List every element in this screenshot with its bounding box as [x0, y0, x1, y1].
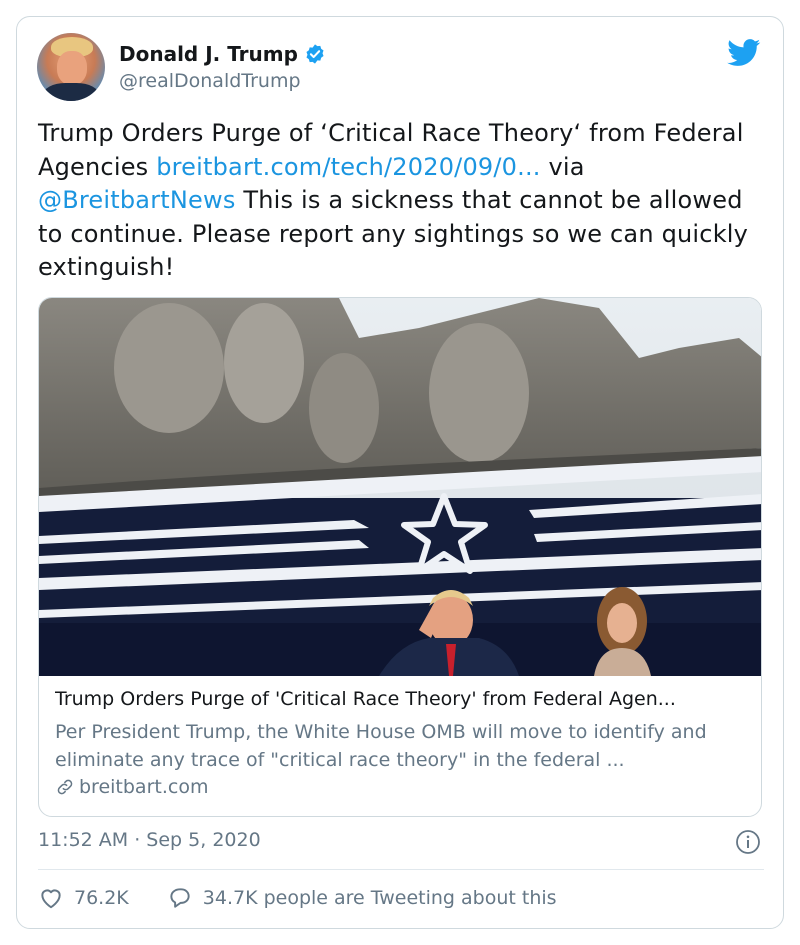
- footer-divider: [38, 869, 764, 870]
- card-description: Per President Trump, the White House OMB…: [55, 721, 707, 771]
- author-name-row[interactable]: Donald J. Trump: [119, 42, 326, 66]
- conversation-button[interactable]: 34.7K people are Tweeting about this: [167, 885, 557, 911]
- mention-link[interactable]: @BreitbartNews: [38, 186, 236, 214]
- author-handle[interactable]: @realDonaldTrump: [119, 70, 301, 92]
- card-domain[interactable]: breitbart.com: [79, 776, 208, 798]
- speech-bubble-icon: [170, 888, 190, 908]
- conversation-text: 34.7K people are Tweeting about this: [202, 887, 557, 909]
- link-icon: [57, 779, 73, 795]
- card-title[interactable]: Trump Orders Purge of 'Critical Race The…: [55, 688, 745, 710]
- like-count: 76.2K: [74, 887, 129, 909]
- tweet-text: Trump Orders Purge of ‘Critical Race The…: [38, 117, 758, 285]
- article-link[interactable]: breitbart.com/tech/2020/09/0...: [156, 153, 540, 181]
- card-image[interactable]: [39, 298, 762, 676]
- verified-badge-icon: [306, 44, 324, 64]
- info-icon[interactable]: [735, 829, 761, 855]
- twitter-bird-icon[interactable]: [727, 39, 761, 67]
- avatar-suit: [43, 83, 99, 101]
- like-button[interactable]: 76.2K: [38, 885, 129, 911]
- tweet-timestamp[interactable]: 11:52 AM · Sep 5, 2020: [38, 829, 261, 851]
- author-display-name[interactable]: Donald J. Trump: [119, 42, 298, 66]
- link-preview-card[interactable]: Trump Orders Purge of 'Critical Race The…: [38, 297, 762, 817]
- tweet-text-via: via: [540, 152, 585, 181]
- heart-icon: [41, 889, 61, 909]
- avatar-face: [57, 51, 87, 85]
- card-domain-row[interactable]: breitbart.com: [55, 776, 208, 798]
- avatar[interactable]: [37, 33, 105, 101]
- action-bar: 76.2K 34.7K people are Tweeting about th…: [38, 885, 595, 911]
- tweet-card[interactable]: Donald J. Trump @realDonaldTrump Trump O…: [16, 16, 784, 929]
